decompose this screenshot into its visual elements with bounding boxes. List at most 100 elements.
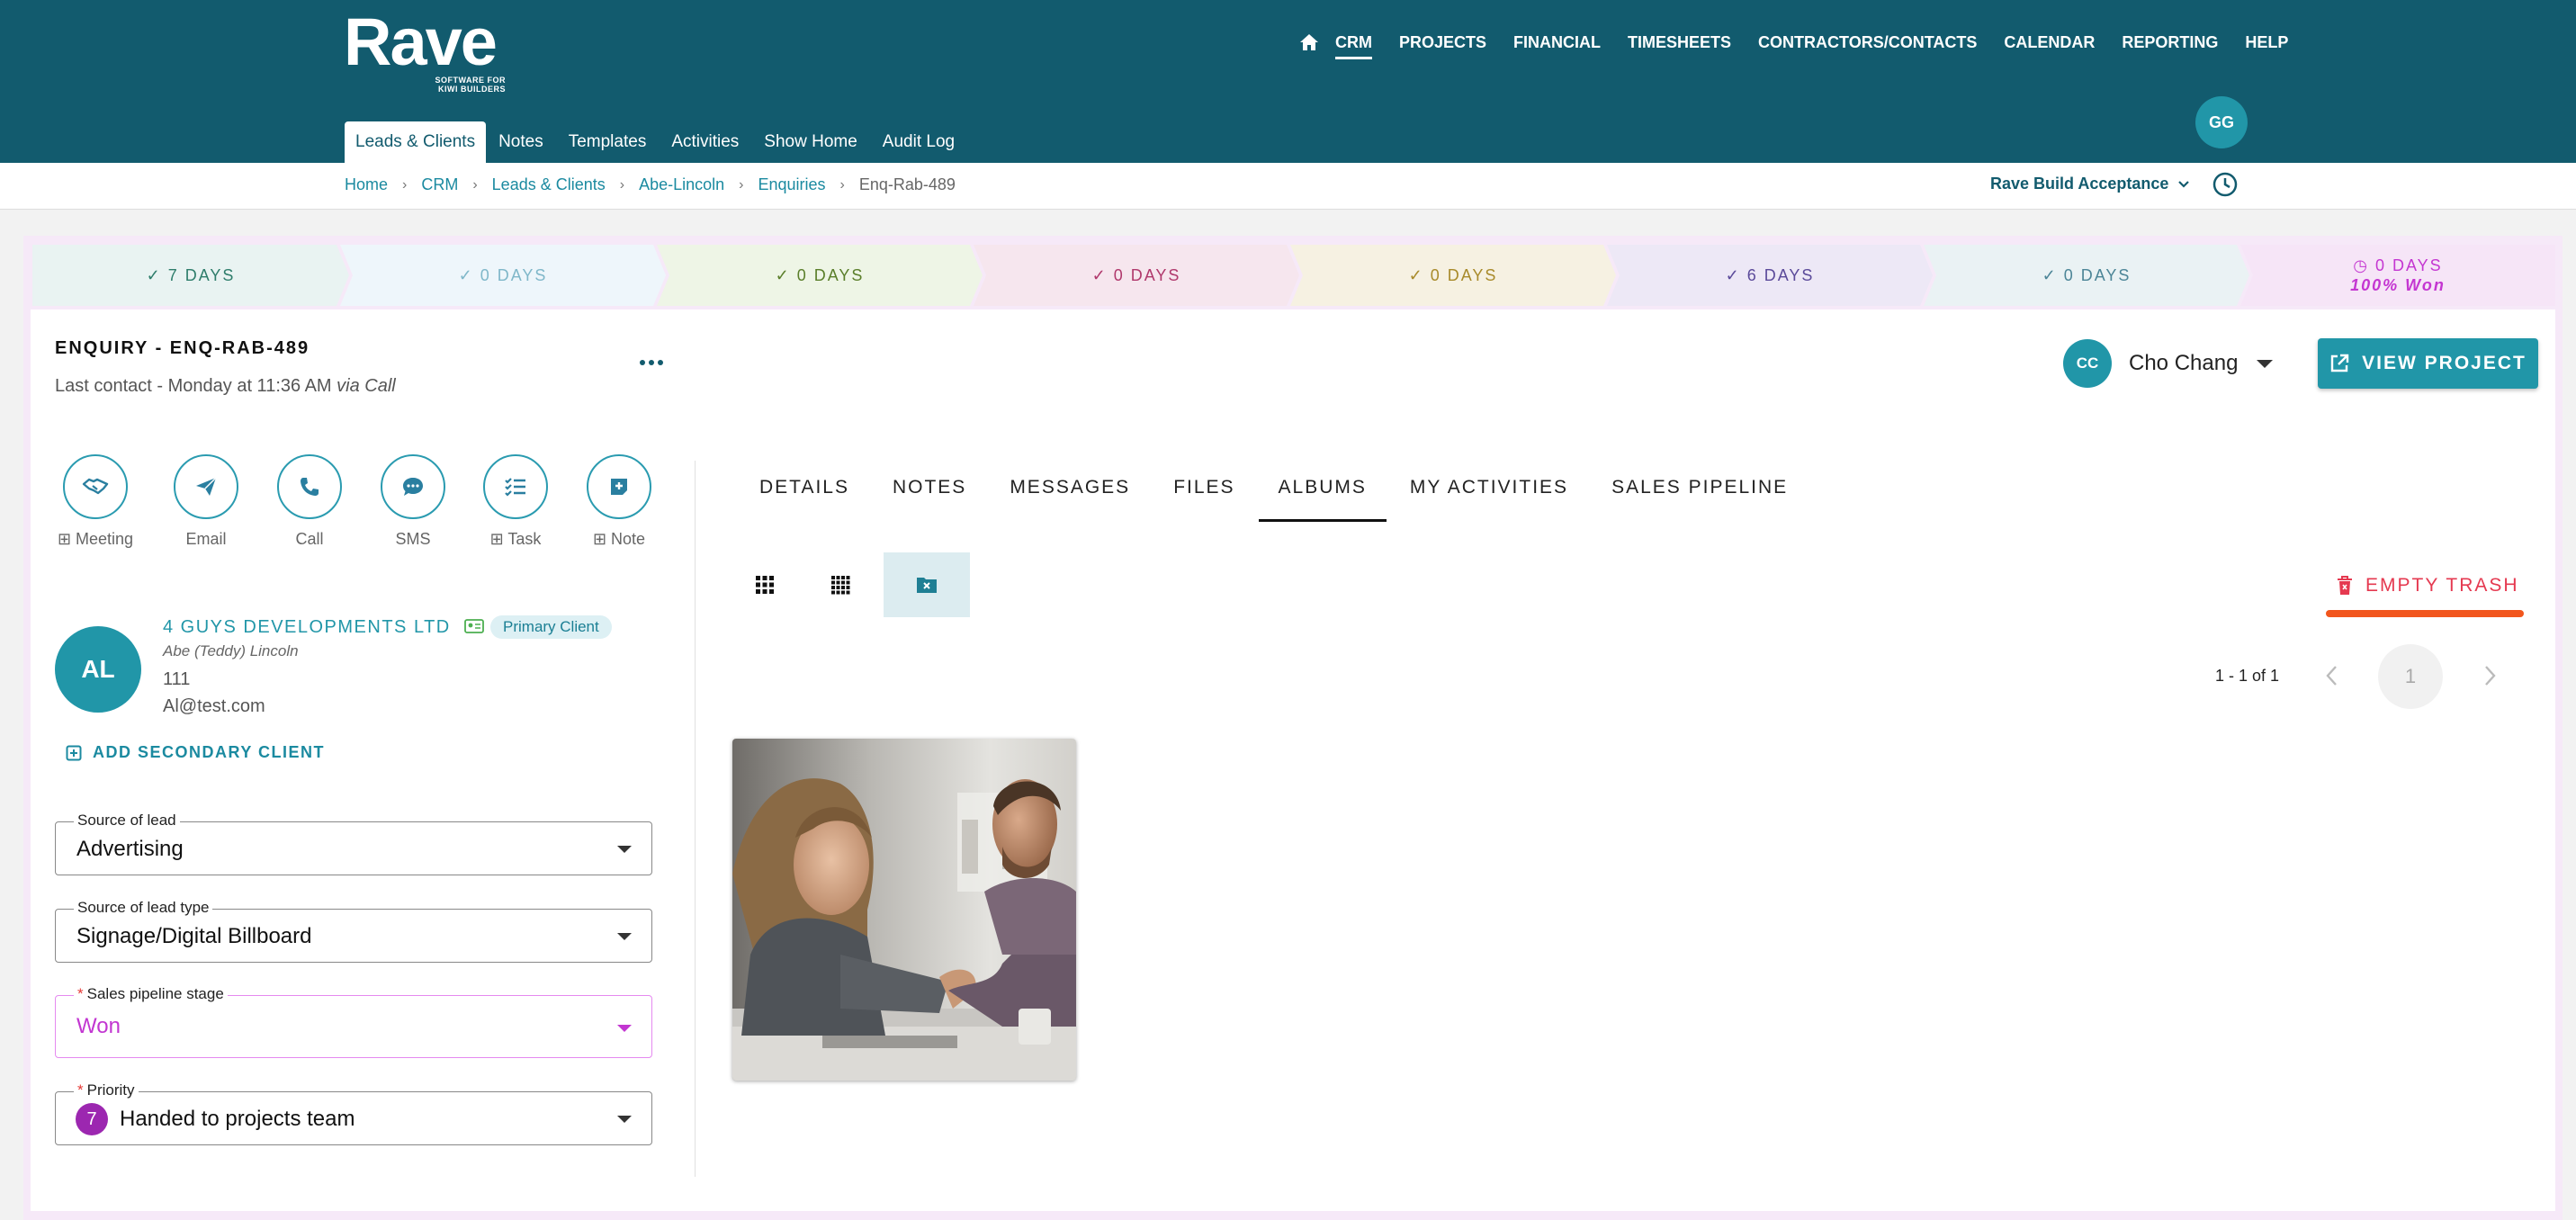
nav-reporting[interactable]: REPORTING: [2122, 31, 2218, 54]
pipeline-stage-5[interactable]: ✓ 0 DAYS: [1290, 245, 1616, 306]
action-email[interactable]: Email: [163, 454, 249, 549]
company-select[interactable]: Rave Build Acceptance: [1990, 175, 2190, 193]
subnav-show-home[interactable]: Show Home: [751, 121, 870, 163]
tab-albums[interactable]: ALBUMS: [1257, 461, 1388, 522]
chevron-right-icon: ›: [472, 176, 478, 193]
check-icon: ✓: [1408, 266, 1431, 284]
priority-select[interactable]: * Priority 7 Handed to projects team: [55, 1081, 652, 1145]
assignee-name[interactable]: Cho Chang: [2129, 351, 2238, 376]
pipeline-stage-6[interactable]: ✓ 6 DAYS: [1607, 245, 1933, 306]
crumb-home[interactable]: Home: [345, 175, 388, 194]
album-photo-thumbnail[interactable]: [732, 739, 1076, 1081]
sales-pipeline-stage-label: * Sales pipeline stage: [74, 985, 228, 1003]
client-company-link[interactable]: 4 GUYS DEVELOPMENTS LTD: [163, 617, 451, 638]
action-meeting[interactable]: ⊞ Meeting: [52, 454, 139, 549]
tab-sales-pipeline[interactable]: SALES PIPELINE: [1590, 461, 1809, 520]
view-project-button[interactable]: VIEW PROJECT: [2318, 338, 2538, 389]
pagination-page[interactable]: 1: [2378, 644, 2443, 709]
subnav-leads-clients[interactable]: Leads & Clients: [345, 121, 487, 163]
pipeline-stage-1[interactable]: ✓ 7 DAYS: [32, 245, 349, 306]
nav-calendar[interactable]: CALENDAR: [2004, 31, 2095, 54]
last-contact-via: via Call: [337, 376, 396, 396]
stage-8-inner: ◷ 0 DAYS 100% Won: [2350, 256, 2446, 295]
pipeline-stage-8[interactable]: ◷ 0 DAYS 100% Won: [2240, 245, 2555, 306]
crumb-enquiries[interactable]: Enquiries: [758, 175, 825, 194]
pipeline-stage-7[interactable]: ✓ 0 DAYS: [1924, 245, 2249, 306]
nav-projects[interactable]: PROJECTS: [1399, 31, 1486, 54]
source-of-lead-select[interactable]: Source of lead Advertising: [55, 812, 652, 875]
tab-my-activities[interactable]: MY ACTIVITIES: [1388, 461, 1590, 520]
pipeline-stage-4[interactable]: ✓ 0 DAYS: [974, 245, 1299, 306]
subnav-templates[interactable]: Templates: [556, 121, 660, 163]
subnav-audit-log[interactable]: Audit Log: [870, 121, 967, 163]
user-avatar[interactable]: GG: [2195, 96, 2248, 148]
required-mark: *: [77, 985, 84, 1002]
sales-pipeline-stage-select[interactable]: * Sales pipeline stage Won: [55, 985, 652, 1058]
nav-crm[interactable]: CRM: [1335, 31, 1372, 59]
stage-8-label: 0 DAYS: [2375, 256, 2443, 274]
action-email-label: Email: [185, 530, 227, 548]
panel-divider: [695, 461, 696, 1177]
add-note-icon: [587, 454, 651, 519]
sales-pipeline-stage-value: Won: [76, 1014, 121, 1038]
chevron-right-icon: ›: [839, 176, 845, 193]
crumb-crm[interactable]: CRM: [421, 175, 458, 194]
pipeline-stage-2[interactable]: ✓ 0 DAYS: [340, 245, 666, 306]
home-icon[interactable]: [1296, 31, 1323, 54]
small-grid-view-button[interactable]: [797, 552, 884, 617]
stage-2-label: 0 DAYS: [480, 266, 548, 284]
add-secondary-client-label: ADD SECONDARY CLIENT: [93, 743, 326, 761]
chevron-down-icon: [2178, 180, 2190, 188]
tab-details[interactable]: DETAILS: [738, 461, 871, 520]
pipeline-stage-3[interactable]: ✓ 0 DAYS: [657, 245, 983, 306]
stage-5-inner: ✓ 0 DAYS: [1409, 265, 1498, 285]
chevron-right-icon: ›: [619, 176, 625, 193]
empty-trash-button[interactable]: EMPTY TRASH: [2326, 567, 2524, 605]
history-icon[interactable]: [2212, 171, 2239, 198]
rave-logo[interactable]: Rave SOFTWARE FOR KIWI BUILDERS: [344, 9, 515, 94]
trash-folder-view-button[interactable]: [884, 552, 970, 617]
nav-help[interactable]: HELP: [2245, 31, 2288, 54]
pagination-range: 1 - 1 of 1: [2215, 667, 2280, 685]
client-email: Al@test.com: [163, 696, 265, 716]
company-select-label: Rave Build Acceptance: [1990, 175, 2169, 193]
action-note-label: ⊞ Note: [592, 530, 646, 548]
source-of-lead-label: Source of lead: [74, 812, 180, 830]
action-task-label: ⊞ Task: [489, 530, 542, 548]
dropdown-caret-icon: [617, 1116, 632, 1123]
action-sms[interactable]: SMS: [370, 454, 456, 549]
action-note[interactable]: ⊞ Note: [576, 454, 662, 549]
large-grid-view-button[interactable]: [722, 552, 808, 617]
more-options-icon[interactable]: [635, 353, 668, 372]
source-of-lead-type-label: Source of lead type: [74, 899, 213, 917]
subnav-notes[interactable]: Notes: [486, 121, 556, 163]
assignee-dropdown-icon[interactable]: [2257, 360, 2273, 368]
tab-notes[interactable]: NOTES: [871, 461, 988, 520]
dropdown-caret-icon: [617, 1025, 632, 1032]
crumb-client[interactable]: Abe-Lincoln: [639, 175, 724, 194]
action-task[interactable]: ⊞ Task: [472, 454, 559, 549]
tab-files[interactable]: FILES: [1152, 461, 1256, 520]
stage-7-inner: ✓ 0 DAYS: [2042, 265, 2132, 285]
required-mark: *: [77, 1081, 84, 1099]
chevron-right-icon[interactable]: [2479, 662, 2500, 689]
nav-timesheets[interactable]: TIMESHEETS: [1628, 31, 1731, 54]
action-sms-label: SMS: [395, 530, 431, 548]
dropdown-caret-icon: [617, 846, 632, 853]
source-of-lead-value: Advertising: [76, 837, 184, 861]
nav-financial[interactable]: FINANCIAL: [1513, 31, 1601, 54]
assignee-avatar[interactable]: CC: [2063, 339, 2112, 388]
source-of-lead-type-select[interactable]: Source of lead type Signage/Digital Bill…: [55, 899, 652, 963]
action-meeting-label: ⊞ Meeting: [57, 530, 134, 548]
subnav-activities[interactable]: Activities: [659, 121, 751, 163]
check-icon: ✓: [458, 266, 480, 284]
nav-contractors-contacts[interactable]: CONTRACTORS/CONTACTS: [1758, 31, 1977, 54]
priority-label-text: Priority: [86, 1081, 135, 1099]
stage-1-label: 7 DAYS: [167, 266, 236, 284]
chevron-left-icon[interactable]: [2321, 662, 2343, 689]
add-secondary-client-button[interactable]: ADD SECONDARY CLIENT: [66, 743, 325, 762]
client-contact-name: Abe (Teddy) Lincoln: [163, 642, 299, 659]
tab-messages[interactable]: MESSAGES: [988, 461, 1152, 520]
crumb-leads-clients[interactable]: Leads & Clients: [492, 175, 606, 194]
action-call[interactable]: Call: [266, 454, 353, 549]
